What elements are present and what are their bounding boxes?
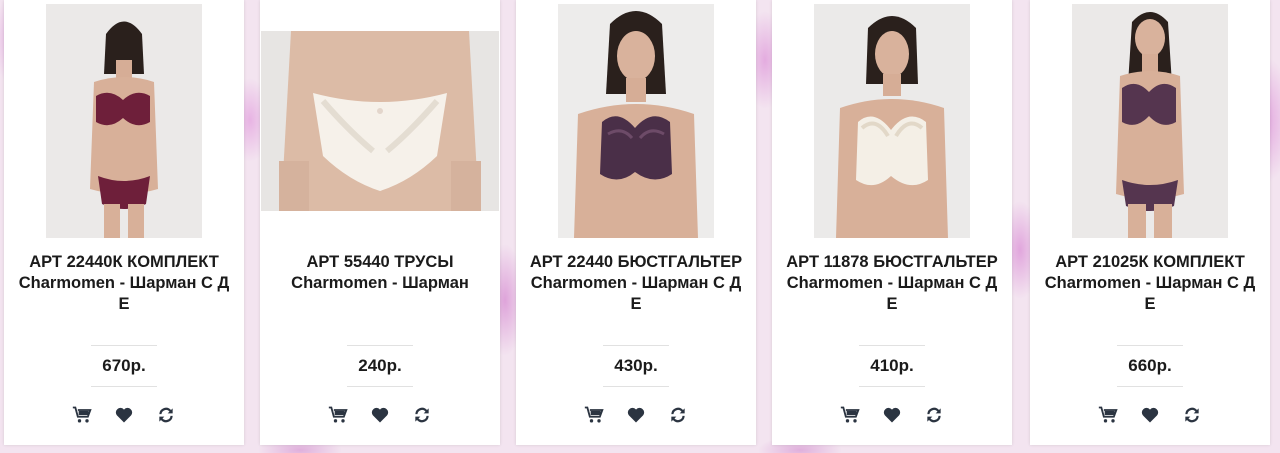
refresh-icon	[159, 407, 173, 423]
model-photo	[558, 4, 714, 238]
product-image[interactable]	[558, 4, 714, 238]
compare-button[interactable]	[1181, 404, 1203, 426]
compare-button[interactable]	[155, 404, 177, 426]
cart-icon	[1098, 406, 1118, 423]
product-card: АРТ 55440 ТРУСЫ Charmomen - Шарман 240р.	[260, 0, 500, 445]
price-box: 430р.	[603, 345, 669, 387]
wishlist-button[interactable]	[369, 404, 391, 426]
add-to-cart-button[interactable]	[71, 404, 93, 426]
cart-icon	[72, 406, 92, 423]
model-photo	[814, 4, 970, 238]
product-price: 240р.	[358, 356, 402, 375]
heart-icon	[627, 407, 645, 423]
add-to-cart-button[interactable]	[327, 404, 349, 426]
compare-button[interactable]	[923, 404, 945, 426]
product-actions	[260, 404, 500, 426]
product-actions	[772, 404, 1012, 426]
heart-icon	[115, 407, 133, 423]
product-price: 670р.	[102, 356, 146, 375]
product-title[interactable]: АРТ 22440К КОМПЛЕКТ Charmomen - Шарман С…	[14, 252, 234, 315]
add-to-cart-button[interactable]	[1097, 404, 1119, 426]
wishlist-button[interactable]	[625, 404, 647, 426]
price-box: 410р.	[859, 345, 925, 387]
product-price: 410р.	[870, 356, 914, 375]
wishlist-button[interactable]	[113, 404, 135, 426]
model-photo	[261, 31, 499, 211]
product-image[interactable]	[46, 4, 202, 238]
cart-icon	[840, 406, 860, 423]
heart-icon	[1141, 407, 1159, 423]
product-title[interactable]: АРТ 11878 БЮСТГАЛЬТЕР Charmomen - Шарман…	[782, 252, 1002, 315]
compare-button[interactable]	[667, 404, 689, 426]
product-image[interactable]	[261, 31, 499, 211]
product-card: АРТ 22440К КОМПЛЕКТ Charmomen - Шарман С…	[4, 0, 244, 445]
cart-icon	[328, 406, 348, 423]
product-actions	[1030, 404, 1270, 426]
product-actions	[4, 404, 244, 426]
add-to-cart-button[interactable]	[839, 404, 861, 426]
refresh-icon	[927, 407, 941, 423]
wishlist-button[interactable]	[881, 404, 903, 426]
product-title[interactable]: АРТ 55440 ТРУСЫ Charmomen - Шарман	[270, 252, 490, 294]
product-image[interactable]	[1072, 4, 1228, 238]
refresh-icon	[671, 407, 685, 423]
heart-icon	[371, 407, 389, 423]
product-price: 430р.	[614, 356, 658, 375]
product-card: АРТ 22440 БЮСТГАЛЬТЕР Charmomen - Шарман…	[516, 0, 756, 445]
compare-button[interactable]	[411, 404, 433, 426]
refresh-icon	[1185, 407, 1199, 423]
product-actions	[516, 404, 756, 426]
product-card: АРТ 21025К КОМПЛЕКТ Charmomen - Шарман С…	[1030, 0, 1270, 445]
add-to-cart-button[interactable]	[583, 404, 605, 426]
product-title[interactable]: АРТ 22440 БЮСТГАЛЬТЕР Charmomen - Шарман…	[526, 252, 746, 315]
model-photo	[1072, 4, 1228, 238]
wishlist-button[interactable]	[1139, 404, 1161, 426]
product-card: АРТ 11878 БЮСТГАЛЬТЕР Charmomen - Шарман…	[772, 0, 1012, 445]
model-photo	[46, 4, 202, 238]
cart-icon	[584, 406, 604, 423]
refresh-icon	[415, 407, 429, 423]
price-box: 660р.	[1117, 345, 1183, 387]
product-price: 660р.	[1128, 356, 1172, 375]
heart-icon	[883, 407, 901, 423]
price-box: 240р.	[347, 345, 413, 387]
price-box: 670р.	[91, 345, 157, 387]
product-title[interactable]: АРТ 21025К КОМПЛЕКТ Charmomen - Шарман С…	[1040, 252, 1260, 315]
product-image[interactable]	[814, 4, 970, 238]
